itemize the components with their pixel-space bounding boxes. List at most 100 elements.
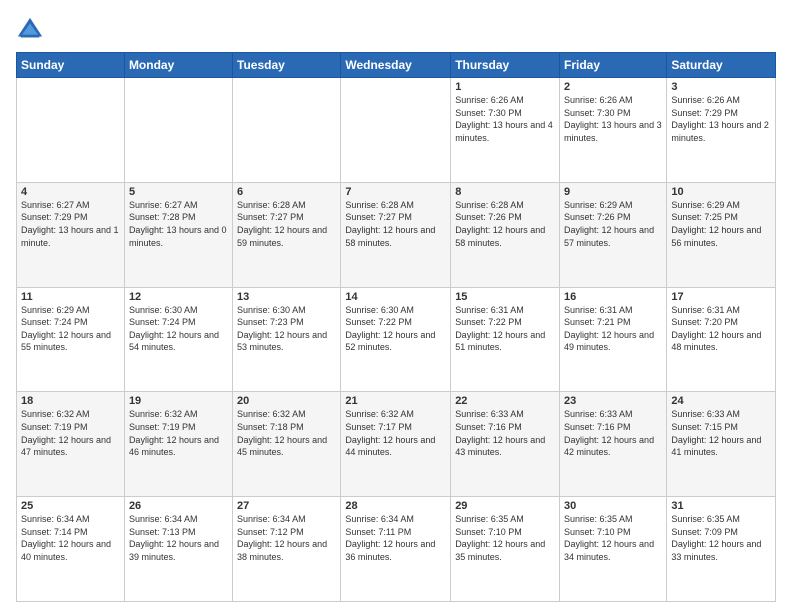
day-number: 24 <box>671 395 771 407</box>
day-cell: 26Sunrise: 6:34 AM Sunset: 7:13 PM Dayli… <box>124 497 232 602</box>
week-row-1: 1Sunrise: 6:26 AM Sunset: 7:30 PM Daylig… <box>17 78 776 183</box>
day-cell: 20Sunrise: 6:32 AM Sunset: 7:18 PM Dayli… <box>233 392 341 497</box>
logo-icon <box>16 16 44 44</box>
day-number: 8 <box>455 186 555 198</box>
day-info: Sunrise: 6:26 AM Sunset: 7:30 PM Dayligh… <box>455 94 555 144</box>
day-number: 22 <box>455 395 555 407</box>
page: SundayMondayTuesdayWednesdayThursdayFrid… <box>0 0 792 612</box>
day-cell: 17Sunrise: 6:31 AM Sunset: 7:20 PM Dayli… <box>667 287 776 392</box>
day-info: Sunrise: 6:31 AM Sunset: 7:21 PM Dayligh… <box>564 304 662 354</box>
day-cell: 31Sunrise: 6:35 AM Sunset: 7:09 PM Dayli… <box>667 497 776 602</box>
day-number: 15 <box>455 291 555 303</box>
week-row-4: 18 Sunrise: 6:32 AM Sunset: 7:19 PM Dayli… <box>17 392 776 497</box>
day-cell: 10Sunrise: 6:29 AM Sunset: 7:25 PM Dayli… <box>667 182 776 287</box>
day-cell <box>341 78 451 183</box>
day-cell: 13Sunrise: 6:30 AM Sunset: 7:23 PM Dayli… <box>233 287 341 392</box>
day-number: 30 <box>564 500 662 512</box>
day-info: Sunrise: 6:28 AM Sunset: 7:27 PM Dayligh… <box>237 199 336 249</box>
day-number: 16 <box>564 291 662 303</box>
week-row-3: 11Sunrise: 6:29 AM Sunset: 7:24 PM Dayli… <box>17 287 776 392</box>
day-number: 3 <box>671 81 771 93</box>
day-cell: 7Sunrise: 6:28 AM Sunset: 7:27 PM Daylig… <box>341 182 451 287</box>
day-info: Sunrise: 6:29 AM Sunset: 7:25 PM Dayligh… <box>671 199 771 249</box>
calendar: SundayMondayTuesdayWednesdayThursdayFrid… <box>16 52 776 602</box>
day-number: 13 <box>237 291 336 303</box>
day-info: Sunrise: 6:27 AM Sunset: 7:29 PM Dayligh… <box>21 199 120 249</box>
day-cell: 24Sunrise: 6:33 AM Sunset: 7:15 PM Dayli… <box>667 392 776 497</box>
day-number: 2 <box>564 81 662 93</box>
day-number: 14 <box>345 291 446 303</box>
day-cell: 29Sunrise: 6:35 AM Sunset: 7:10 PM Dayli… <box>451 497 560 602</box>
day-number: 18 <box>21 395 120 407</box>
day-info: Sunrise: 6:33 AM Sunset: 7:15 PM Dayligh… <box>671 408 771 458</box>
logo <box>16 16 48 44</box>
day-cell: 23Sunrise: 6:33 AM Sunset: 7:16 PM Dayli… <box>560 392 667 497</box>
day-cell: 25Sunrise: 6:34 AM Sunset: 7:14 PM Dayli… <box>17 497 125 602</box>
day-info: Sunrise: 6:34 AM Sunset: 7:12 PM Dayligh… <box>237 513 336 563</box>
day-number: 7 <box>345 186 446 198</box>
day-cell: 8Sunrise: 6:28 AM Sunset: 7:26 PM Daylig… <box>451 182 560 287</box>
day-info: Sunrise: 6:32 AM Sunset: 7:17 PM Dayligh… <box>345 408 446 458</box>
day-cell: 2Sunrise: 6:26 AM Sunset: 7:30 PM Daylig… <box>560 78 667 183</box>
day-cell <box>17 78 125 183</box>
day-number: 12 <box>129 291 228 303</box>
day-info: Sunrise: 6:26 AM Sunset: 7:29 PM Dayligh… <box>671 94 771 144</box>
weekday-header-sunday: Sunday <box>17 53 125 78</box>
day-number: 31 <box>671 500 771 512</box>
day-number: 6 <box>237 186 336 198</box>
day-cell: 1Sunrise: 6:26 AM Sunset: 7:30 PM Daylig… <box>451 78 560 183</box>
weekday-header-wednesday: Wednesday <box>341 53 451 78</box>
weekday-header-monday: Monday <box>124 53 232 78</box>
day-info: Sunrise: 6:35 AM Sunset: 7:09 PM Dayligh… <box>671 513 771 563</box>
day-number: 9 <box>564 186 662 198</box>
day-number: 27 <box>237 500 336 512</box>
day-info: Sunrise: 6:34 AM Sunset: 7:11 PM Dayligh… <box>345 513 446 563</box>
day-info: Sunrise: 6:32 AM Sunset: 7:18 PM Dayligh… <box>237 408 336 458</box>
day-cell <box>124 78 232 183</box>
day-number: 10 <box>671 186 771 198</box>
day-cell: 18Sunrise: 6:32 AM Sunset: 7:19 PM Dayli… <box>17 392 125 497</box>
day-info: Sunrise: 6:33 AM Sunset: 7:16 PM Dayligh… <box>455 408 555 458</box>
day-number: 21 <box>345 395 446 407</box>
day-cell: 6Sunrise: 6:28 AM Sunset: 7:27 PM Daylig… <box>233 182 341 287</box>
day-number: 25 <box>21 500 120 512</box>
week-row-5: 25Sunrise: 6:34 AM Sunset: 7:14 PM Dayli… <box>17 497 776 602</box>
weekday-header-saturday: Saturday <box>667 53 776 78</box>
day-info: Sunrise: 6:26 AM Sunset: 7:30 PM Dayligh… <box>564 94 662 144</box>
weekday-header-thursday: Thursday <box>451 53 560 78</box>
day-cell: 27Sunrise: 6:34 AM Sunset: 7:12 PM Dayli… <box>233 497 341 602</box>
day-cell: 4Sunrise: 6:27 AM Sunset: 7:29 PM Daylig… <box>17 182 125 287</box>
day-info: Sunrise: 6:34 AM Sunset: 7:14 PM Dayligh… <box>21 513 120 563</box>
weekday-header-friday: Friday <box>560 53 667 78</box>
day-cell: 16Sunrise: 6:31 AM Sunset: 7:21 PM Dayli… <box>560 287 667 392</box>
day-number: 4 <box>21 186 120 198</box>
day-info: Sunrise: 6:30 AM Sunset: 7:22 PM Dayligh… <box>345 304 446 354</box>
day-number: 23 <box>564 395 662 407</box>
header <box>16 16 776 44</box>
day-number: 19 <box>129 395 228 407</box>
day-cell: 15Sunrise: 6:31 AM Sunset: 7:22 PM Dayli… <box>451 287 560 392</box>
day-info: Sunrise: 6:27 AM Sunset: 7:28 PM Dayligh… <box>129 199 228 249</box>
week-row-2: 4Sunrise: 6:27 AM Sunset: 7:29 PM Daylig… <box>17 182 776 287</box>
day-info: Sunrise: 6:35 AM Sunset: 7:10 PM Dayligh… <box>564 513 662 563</box>
day-cell: 11Sunrise: 6:29 AM Sunset: 7:24 PM Dayli… <box>17 287 125 392</box>
calendar-table: SundayMondayTuesdayWednesdayThursdayFrid… <box>16 52 776 602</box>
day-number: 11 <box>21 291 120 303</box>
day-cell <box>233 78 341 183</box>
day-cell: 9Sunrise: 6:29 AM Sunset: 7:26 PM Daylig… <box>560 182 667 287</box>
day-info: Sunrise: 6:29 AM Sunset: 7:24 PM Dayligh… <box>21 304 120 354</box>
day-info: Sunrise: 6:29 AM Sunset: 7:26 PM Dayligh… <box>564 199 662 249</box>
day-info: Sunrise: 6:30 AM Sunset: 7:24 PM Dayligh… <box>129 304 228 354</box>
day-info: Sunrise: 6:31 AM Sunset: 7:20 PM Dayligh… <box>671 304 771 354</box>
day-number: 1 <box>455 81 555 93</box>
day-cell: 12Sunrise: 6:30 AM Sunset: 7:24 PM Dayli… <box>124 287 232 392</box>
day-number: 5 <box>129 186 228 198</box>
day-number: 20 <box>237 395 336 407</box>
day-info: Sunrise: 6:32 AM Sunset: 7:19 PM Dayligh… <box>129 408 228 458</box>
day-info: Sunrise: 6:33 AM Sunset: 7:16 PM Dayligh… <box>564 408 662 458</box>
day-cell: 3Sunrise: 6:26 AM Sunset: 7:29 PM Daylig… <box>667 78 776 183</box>
day-info: Sunrise: 6:35 AM Sunset: 7:10 PM Dayligh… <box>455 513 555 563</box>
day-info: Sunrise: 6:31 AM Sunset: 7:22 PM Dayligh… <box>455 304 555 354</box>
day-number: 29 <box>455 500 555 512</box>
day-info: Sunrise: 6:34 AM Sunset: 7:13 PM Dayligh… <box>129 513 228 563</box>
